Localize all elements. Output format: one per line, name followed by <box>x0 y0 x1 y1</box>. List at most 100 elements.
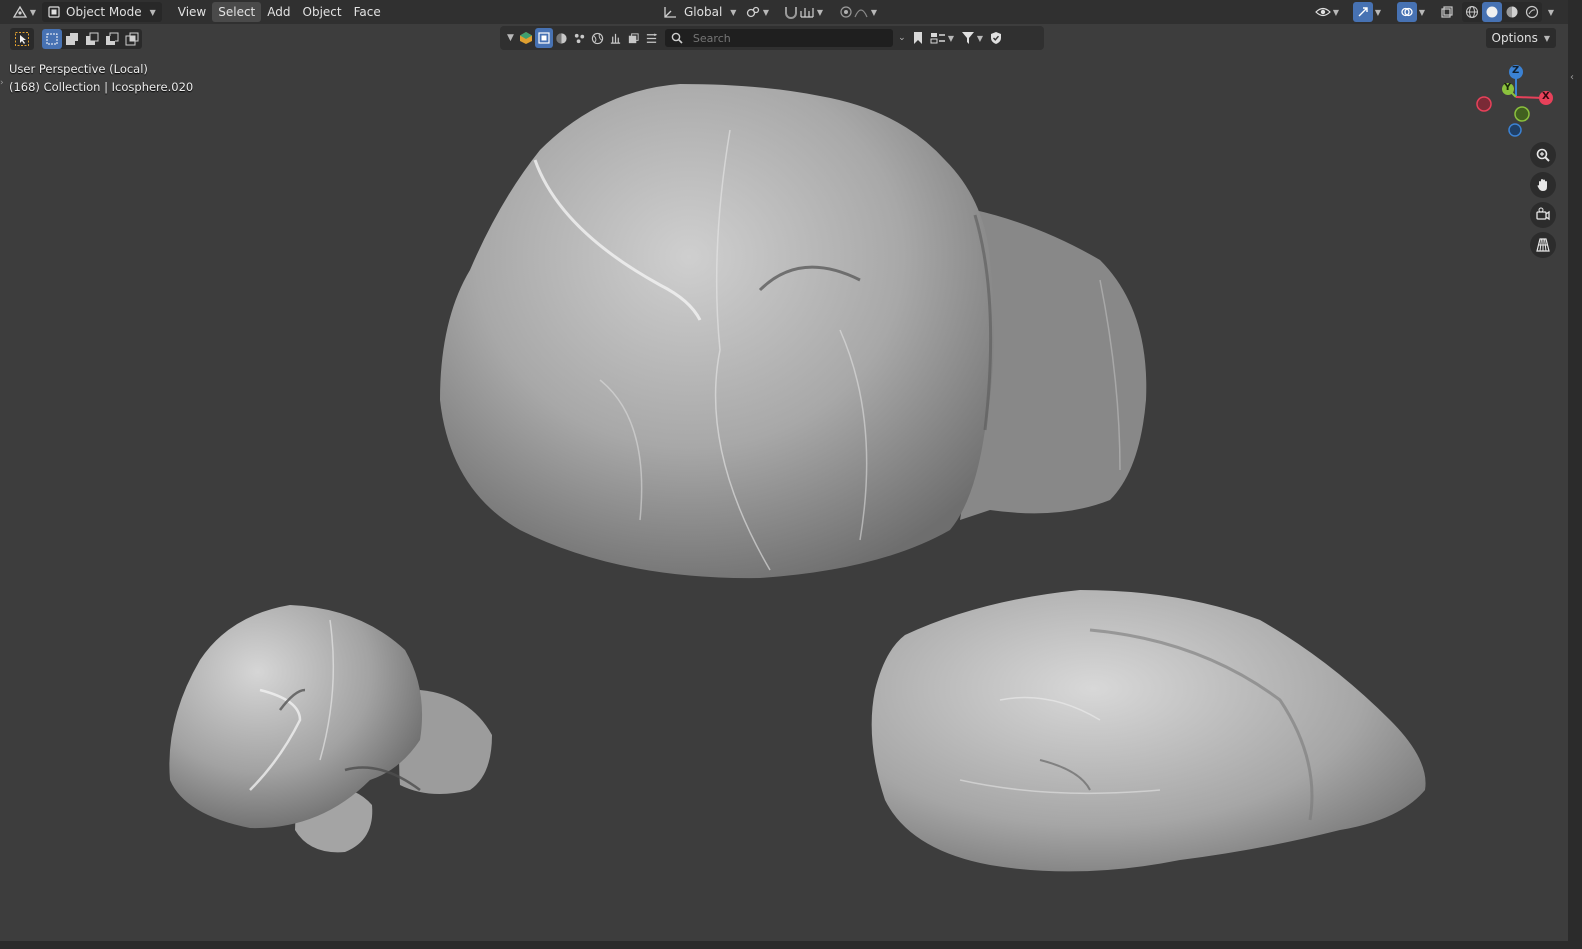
search-input[interactable] <box>690 30 885 46</box>
orientation-axes-icon <box>664 7 676 18</box>
images-icon <box>629 32 640 43</box>
viewport-nav-tools <box>1530 142 1558 262</box>
select-invert-button[interactable] <box>102 29 122 49</box>
viewport-header: ▼ Object Mode ▼ View Select Add Object F… <box>0 0 1568 24</box>
display-mode-dropdown[interactable]: ▼ <box>927 28 957 48</box>
chevron-down-icon: ▼ <box>507 33 514 43</box>
proportional-edit-icon <box>840 6 852 18</box>
chevron-down-icon: ▼ <box>1418 7 1426 17</box>
chevron-down-icon: ▼ <box>1543 33 1550 43</box>
funnel-icon <box>961 32 974 44</box>
menu-object[interactable]: Object <box>297 2 348 22</box>
select-invert-icon <box>106 32 119 45</box>
shield-check-icon <box>990 32 1001 44</box>
magnet-icon <box>784 7 797 19</box>
search-field[interactable] <box>664 29 893 47</box>
camera-icon <box>1536 207 1550 221</box>
select-extend-icon <box>66 33 78 45</box>
transform-orientation-dropdown[interactable]: Global ▼ <box>658 2 740 22</box>
filter-particles-button[interactable] <box>571 28 589 48</box>
filter-textures-button[interactable] <box>607 28 625 48</box>
visibility-dropdown[interactable]: ▼ <box>1312 2 1342 22</box>
chevron-down-icon: ▼ <box>816 7 824 17</box>
search-options-button[interactable]: ⌄ <box>893 28 909 48</box>
select-extend-button[interactable] <box>62 29 82 49</box>
gizmo-icon <box>1352 2 1373 22</box>
bookmark-button[interactable] <box>909 28 927 48</box>
zoom-button[interactable] <box>1530 142 1556 168</box>
editor-type-button[interactable]: ▼ <box>10 2 38 22</box>
search-icon <box>671 32 683 44</box>
chevron-down-icon: ⌄ <box>898 33 906 43</box>
rendered-sphere-icon <box>1525 5 1539 19</box>
shading-rendered-button[interactable] <box>1522 2 1542 22</box>
world-icon <box>592 32 604 44</box>
menu-view[interactable]: View <box>172 2 212 22</box>
gizmo-axis-z-label: Z <box>1512 65 1520 76</box>
viewport-bottom-border <box>0 941 1568 949</box>
mode-selector[interactable]: Object Mode ▼ <box>42 2 162 22</box>
grid-perspective-icon <box>1536 238 1550 252</box>
overlays-icon <box>1396 2 1417 22</box>
chevron-down-icon: ▼ <box>976 33 983 43</box>
viewport-canvas[interactable] <box>0 50 1568 941</box>
select-intersect-button[interactable] <box>122 29 142 49</box>
perspective-toggle-button[interactable] <box>1530 232 1556 258</box>
filter-images-button[interactable] <box>625 28 643 48</box>
small-rock-cluster[interactable] <box>169 605 492 853</box>
eye-icon <box>1315 7 1331 17</box>
select-new-button[interactable] <box>42 29 62 49</box>
shading-material-button[interactable] <box>1502 2 1522 22</box>
zoom-icon <box>1536 148 1550 162</box>
camera-view-button[interactable] <box>1530 202 1556 228</box>
overlays-toggle[interactable]: ▼ <box>1392 2 1430 22</box>
wireframe-sphere-icon <box>1466 6 1478 18</box>
snapping-controls[interactable]: ▼ <box>778 2 828 22</box>
scene-icon-button[interactable] <box>517 28 535 48</box>
sidebar-collapsed-edge[interactable]: ‹ <box>1568 0 1582 949</box>
outliner-filter-bar: ▼ ⌄ <box>500 26 1044 50</box>
restriction-toggle[interactable] <box>987 28 1005 48</box>
chevron-down-icon: ▼ <box>149 7 156 17</box>
select-new-icon <box>46 33 58 45</box>
xray-toggle[interactable] <box>1436 2 1458 22</box>
filter-dropdown[interactable]: ▼ <box>957 28 987 48</box>
material-icon <box>556 32 568 44</box>
select-tool-button[interactable] <box>10 28 34 50</box>
blender-window: ▼ Object Mode ▼ View Select Add Object F… <box>0 0 1582 949</box>
chevron-down-icon: ▼ <box>1547 7 1555 17</box>
filter-material-button[interactable] <box>553 28 571 48</box>
chevron-down-icon: ▼ <box>29 7 37 17</box>
menu-face[interactable]: Face <box>348 2 387 22</box>
xray-icon <box>1441 6 1453 18</box>
object-mode-icon <box>48 6 60 18</box>
pivot-point-dropdown[interactable]: ▼ <box>742 2 772 22</box>
flat-rock[interactable] <box>871 590 1426 872</box>
proportional-editing[interactable]: ▼ <box>834 2 882 22</box>
mode-label: Object Mode <box>66 5 142 19</box>
navigation-gizmo[interactable]: Z Y X <box>1470 62 1560 142</box>
select-subtract-button[interactable] <box>82 29 102 49</box>
sidebar-expand-arrow-icon[interactable]: ‹ <box>1570 72 1574 83</box>
shading-wireframe-button[interactable] <box>1462 2 1482 22</box>
filter-object-button[interactable] <box>534 28 553 48</box>
bookmark-icon <box>913 32 922 44</box>
viewport-editor-icon <box>12 5 28 18</box>
menu-select[interactable]: Select <box>212 2 262 22</box>
filter-nodes-button[interactable] <box>643 28 661 48</box>
large-boulder[interactable] <box>440 84 1147 579</box>
filter-world-button[interactable] <box>589 28 607 48</box>
chevron-down-icon: ▼ <box>730 7 737 17</box>
menu-add[interactable]: Add <box>261 2 296 22</box>
pan-button[interactable] <box>1530 172 1556 198</box>
display-mode-icon <box>930 33 945 44</box>
select-intersect-icon <box>125 32 139 46</box>
gizmo-toggle[interactable]: ▼ <box>1348 2 1386 22</box>
shading-options-dropdown[interactable]: ▼ <box>1544 2 1556 22</box>
options-dropdown[interactable]: Options ▼ <box>1485 28 1556 48</box>
object-filter-icon <box>538 32 550 44</box>
shading-solid-button[interactable] <box>1482 2 1502 22</box>
header-menu: View Select Add Object Face <box>172 2 387 22</box>
options-label: Options <box>1491 31 1538 45</box>
gizmo-axis-x-label: X <box>1542 91 1550 102</box>
